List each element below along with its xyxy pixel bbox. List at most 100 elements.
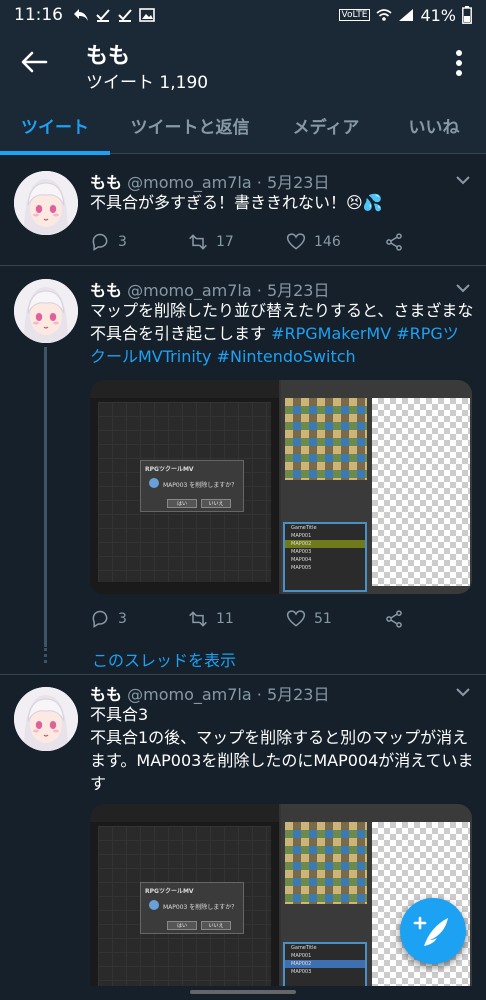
author-meta: @momo_am7la · 5月23日 bbox=[127, 173, 330, 192]
dialog-message: MAP003 を削除しますか？ bbox=[163, 904, 238, 911]
dialog-ok: はい bbox=[167, 921, 197, 930]
chevron-down-icon[interactable] bbox=[456, 687, 470, 697]
map-item: GameTitle bbox=[291, 945, 317, 951]
retweet-count: 11 bbox=[216, 611, 234, 627]
share-icon bbox=[386, 610, 402, 628]
show-thread-link[interactable]: このスレッドを表示 bbox=[92, 647, 236, 671]
map-item: MAP002 bbox=[285, 540, 365, 548]
tweet-text: 不具合3 不具合1の後、マップを削除すると別のマップが消えます。MAP003を削… bbox=[90, 705, 474, 793]
like-count: 51 bbox=[314, 611, 332, 627]
tweet-header: もも @momo_am7la · 5月23日 bbox=[90, 169, 329, 193]
tweet-text: 不具合が多すぎる！書ききれない！😣💦 bbox=[90, 193, 383, 212]
tweet[interactable]: もも @momo_am7la · 5月23日 不具合が多すぎる！書ききれない！😣… bbox=[0, 155, 486, 266]
map-item: MAP001 bbox=[291, 533, 312, 539]
signal-icon bbox=[399, 9, 414, 21]
retweet-button[interactable]: 17 bbox=[188, 232, 234, 252]
avatar[interactable] bbox=[14, 687, 78, 751]
map-item: MAP001 bbox=[291, 953, 312, 959]
app-bar: もも ツイート 1,190 bbox=[0, 30, 486, 96]
profile-name: もも bbox=[86, 44, 131, 69]
avatar[interactable] bbox=[14, 279, 78, 343]
profile-tabs: ツイート ツイートと返信 メディア いいね bbox=[0, 96, 486, 155]
like-button[interactable]: 51 bbox=[286, 609, 332, 629]
image-icon bbox=[139, 8, 155, 22]
chevron-down-icon[interactable] bbox=[456, 283, 470, 293]
thread-line bbox=[44, 347, 47, 647]
reply-icon bbox=[92, 233, 108, 251]
compose-feather-icon bbox=[413, 916, 448, 946]
share-button[interactable] bbox=[384, 232, 404, 252]
dialog-message: MAP003 を削除しますか？ bbox=[163, 482, 238, 489]
status-time: 11:16 bbox=[14, 5, 63, 25]
tweet-actions: 3 17 146 bbox=[90, 232, 470, 256]
dialog-title: RPGツクールMV bbox=[145, 466, 194, 473]
map-item: MAP005 bbox=[291, 565, 312, 571]
editor-toolbar bbox=[90, 804, 279, 822]
tweet-header: もも @momo_am7la · 5月23日 bbox=[90, 277, 329, 301]
retweet-icon bbox=[189, 234, 207, 250]
wifi-icon bbox=[376, 9, 392, 21]
retweet-button[interactable]: 11 bbox=[188, 609, 234, 629]
author-name: もも bbox=[90, 685, 123, 704]
reply-button[interactable]: 3 bbox=[90, 609, 127, 629]
tweet-text: マップを削除したり並び替えたりすると、さまざまな不具合を引き起こします #RPG… bbox=[90, 299, 474, 368]
thread-dots bbox=[44, 648, 47, 664]
tab-media[interactable]: メディア bbox=[270, 96, 382, 154]
system-nav-bar bbox=[0, 986, 486, 1000]
tab-tweets-and-replies[interactable]: ツイートと返信 bbox=[110, 96, 270, 154]
reply-count: 3 bbox=[118, 611, 127, 627]
more-vert-icon[interactable] bbox=[454, 48, 464, 78]
heart-icon bbox=[286, 610, 306, 627]
tweet-header: もも @momo_am7la · 5月23日 bbox=[90, 681, 329, 705]
map-list: GameTitle MAP001 MAP002 MAP003 MAP004 MA… bbox=[283, 522, 367, 592]
map-item: MAP003 bbox=[291, 969, 312, 975]
reply-arrow-icon bbox=[74, 9, 88, 21]
tweet[interactable]: もも @momo_am7la · 5月23日 マップを削除したり並び替えたりする… bbox=[0, 267, 486, 677]
check-icon bbox=[96, 9, 110, 22]
check-icon bbox=[118, 9, 132, 22]
map-item: MAP002 bbox=[285, 960, 365, 968]
back-arrow-icon[interactable] bbox=[18, 46, 50, 78]
dialog-title: RPGツクールMV bbox=[145, 888, 194, 895]
dialog-cancel: いいえ bbox=[201, 921, 231, 930]
map-item: MAP003 bbox=[291, 549, 312, 555]
battery-icon bbox=[462, 6, 472, 24]
tab-tweets[interactable]: ツイート bbox=[0, 96, 110, 155]
transparent-canvas bbox=[372, 398, 470, 586]
battery-percent: 41% bbox=[420, 5, 456, 25]
delete-dialog: RPGツクールMV MAP003 を削除しますか？ はい いいえ bbox=[140, 460, 244, 512]
tileset bbox=[285, 822, 367, 904]
heart-icon bbox=[286, 233, 306, 250]
share-button[interactable] bbox=[384, 609, 404, 629]
notification-icons bbox=[73, 8, 155, 22]
editor-screenshot: RPGツクールMV MAP003 を削除しますか？ はい いいえ bbox=[90, 380, 281, 594]
tweet-count: ツイート 1,190 bbox=[86, 73, 209, 93]
chevron-down-icon[interactable] bbox=[456, 175, 470, 185]
editor-screenshot: GameTitle MAP001 MAP002 MAP003 MAP004 MA… bbox=[281, 380, 472, 594]
compose-tweet-button[interactable] bbox=[400, 898, 466, 964]
retweet-count: 17 bbox=[216, 234, 234, 250]
like-count: 146 bbox=[314, 234, 341, 250]
map-item: GameTitle bbox=[291, 525, 317, 531]
dialog-ok: はい bbox=[167, 499, 197, 508]
editor-screenshot: RPGツクールMV MAP003 を削除しますか？ はい いいえ bbox=[90, 804, 281, 1000]
author-name: もも bbox=[90, 173, 123, 192]
avatar[interactable] bbox=[14, 171, 78, 235]
volte-icon: VoLTE bbox=[338, 9, 371, 21]
reply-button[interactable]: 3 bbox=[90, 232, 127, 252]
reply-icon bbox=[92, 610, 108, 628]
author-meta: @momo_am7la · 5月23日 bbox=[127, 685, 330, 704]
share-icon bbox=[386, 233, 402, 251]
delete-dialog: RPGツクールMV MAP003 を削除しますか？ はい いいえ bbox=[140, 882, 244, 934]
retweet-icon bbox=[189, 611, 207, 627]
reply-count: 3 bbox=[118, 234, 127, 250]
home-pill[interactable] bbox=[190, 990, 296, 994]
question-icon bbox=[149, 900, 159, 910]
tweet-actions: 3 11 51 bbox=[90, 609, 470, 633]
tab-likes[interactable]: いいね bbox=[382, 96, 486, 154]
tweet-media[interactable]: RPGツクールMV MAP003 を削除しますか？ はい いいえ GameTit… bbox=[90, 380, 472, 594]
question-icon bbox=[149, 478, 159, 488]
status-right: VoLTE 41% bbox=[338, 5, 473, 25]
author-meta: @momo_am7la · 5月23日 bbox=[127, 281, 330, 300]
like-button[interactable]: 146 bbox=[286, 232, 341, 252]
